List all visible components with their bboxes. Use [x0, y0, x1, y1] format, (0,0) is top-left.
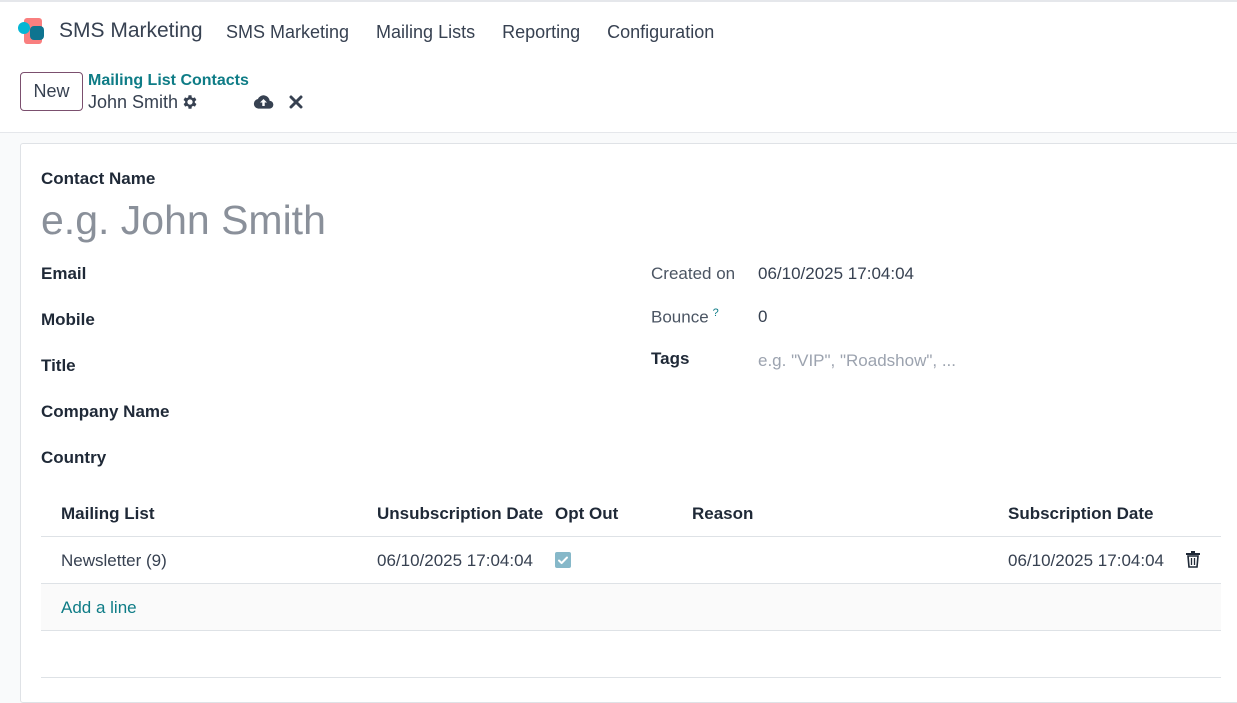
title-label: Title — [41, 356, 76, 375]
divider — [41, 677, 1221, 678]
checkmark-icon — [558, 556, 568, 565]
bounce-label-text: Bounce — [651, 307, 709, 327]
tags-input[interactable] — [758, 349, 1058, 373]
top-navbar: SMS Marketing SMS Marketing Mailing List… — [0, 0, 1237, 64]
app-brand[interactable]: SMS Marketing — [18, 16, 203, 46]
country-field[interactable] — [201, 446, 601, 470]
menu-item-configuration[interactable]: Configuration — [607, 22, 714, 43]
cloud-upload-icon[interactable] — [253, 93, 274, 111]
column-mailing-list[interactable]: Mailing List — [61, 504, 155, 524]
menu-item-sms-marketing[interactable]: SMS Marketing — [226, 22, 349, 43]
created-on-label: Created on — [651, 264, 736, 283]
tags-label: Tags — [651, 349, 690, 368]
email-label: Email — [41, 264, 87, 283]
trash-icon[interactable] — [1186, 551, 1200, 568]
breadcrumb-parent-link[interactable]: Mailing List Contacts — [88, 72, 249, 90]
cell-unsubscription-date[interactable]: 06/10/2025 17:04:04 — [377, 551, 533, 571]
menu-item-reporting[interactable]: Reporting — [502, 22, 580, 43]
opt-out-checkbox[interactable] — [555, 552, 571, 568]
bounce-value: 0 — [758, 307, 768, 326]
column-opt-out[interactable]: Opt Out — [555, 504, 618, 524]
table-header: Mailing List Unsubscription Date Opt Out… — [41, 491, 1221, 537]
new-button[interactable]: New — [20, 72, 83, 111]
column-reason[interactable]: Reason — [692, 504, 753, 524]
column-unsubscription-date[interactable]: Unsubscription Date — [377, 504, 543, 524]
menu-item-mailing-lists[interactable]: Mailing Lists — [376, 22, 475, 43]
title-field[interactable] — [201, 354, 601, 378]
column-subscription-date[interactable]: Subscription Date — [1008, 504, 1153, 524]
app-logo-icon — [18, 16, 46, 46]
add-line-link[interactable]: Add a line — [61, 598, 137, 618]
created-on-value: 06/10/2025 17:04:04 — [758, 264, 914, 283]
contact-name-label: Contact Name — [41, 169, 156, 188]
email-field[interactable] — [201, 262, 601, 286]
subscription-table: Mailing List Unsubscription Date Opt Out… — [41, 491, 1221, 631]
mobile-field[interactable] — [201, 308, 601, 332]
bounce-label: Bounce? — [651, 307, 719, 328]
gear-icon[interactable] — [181, 93, 199, 111]
app-name: SMS Marketing — [59, 19, 203, 42]
main-menu: SMS Marketing Mailing Lists Reporting Co… — [226, 22, 741, 43]
add-line-row: Add a line — [41, 584, 1221, 631]
close-icon[interactable] — [289, 95, 303, 109]
company-name-field[interactable] — [201, 400, 601, 424]
breadcrumb-current: John Smith — [88, 92, 179, 112]
contact-name-input[interactable] — [41, 194, 601, 246]
help-icon[interactable]: ? — [713, 307, 719, 319]
cell-subscription-date[interactable]: 06/10/2025 17:04:04 — [1008, 551, 1164, 571]
cell-mailing-list[interactable]: Newsletter (9) — [61, 551, 167, 571]
table-row[interactable]: Newsletter (9) 06/10/2025 17:04:04 06/10… — [41, 537, 1221, 584]
form-sheet: Contact Name Email Mobile Title Company … — [20, 143, 1237, 703]
country-label: Country — [41, 448, 107, 467]
company-name-label: Company Name — [41, 402, 170, 421]
mobile-label: Mobile — [41, 310, 95, 329]
control-panel: New Mailing List Contacts John Smith — [0, 64, 1237, 133]
